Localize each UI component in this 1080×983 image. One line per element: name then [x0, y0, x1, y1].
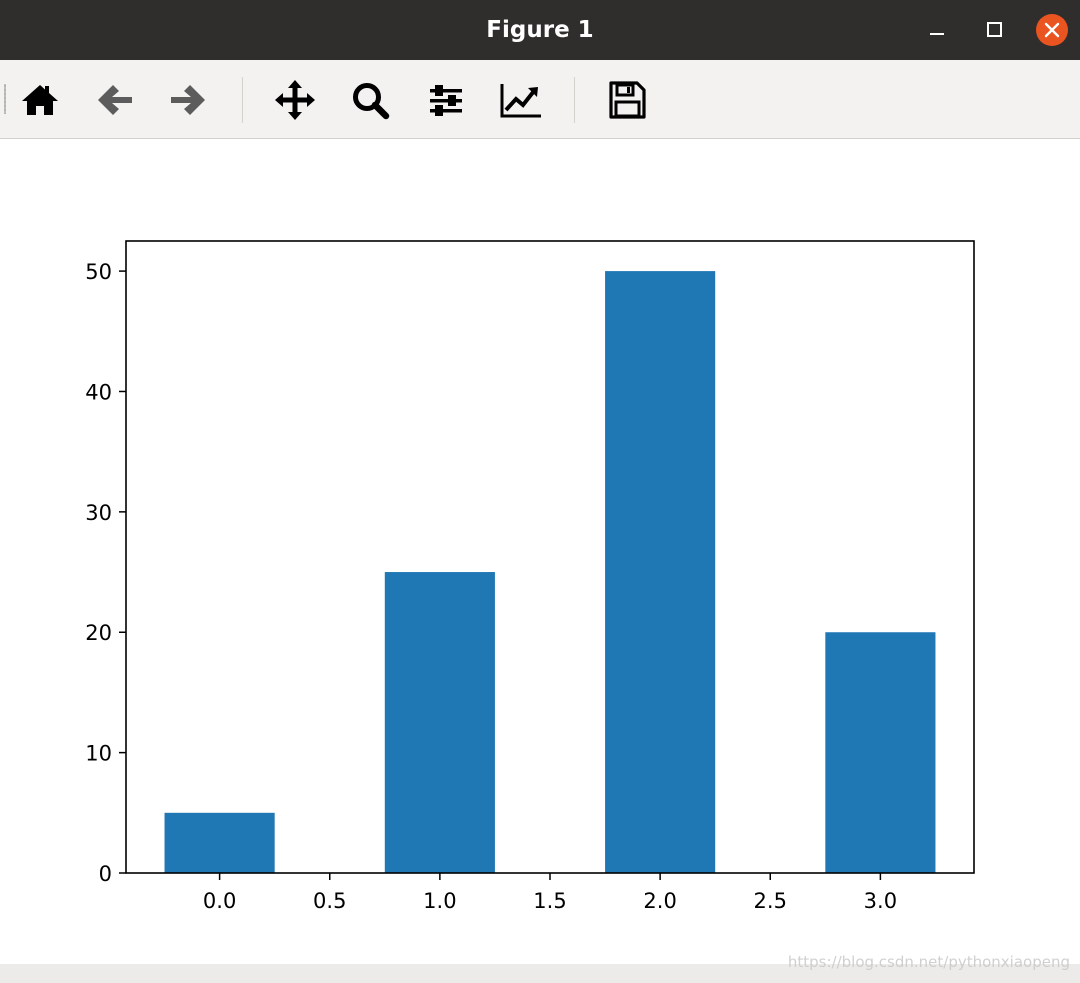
sliders-icon — [430, 85, 462, 116]
arrow-left-icon — [98, 85, 132, 115]
title-bar[interactable]: Figure 1 — [0, 0, 1080, 60]
figure-window: Figure 1 0.0 0.5 1.0 1.5 2.0 2.5 3.0 0 1… — [0, 0, 1080, 983]
home-button[interactable] — [18, 78, 62, 122]
forward-button[interactable] — [166, 78, 210, 122]
window-title: Figure 1 — [486, 17, 594, 43]
x-tick-label: 2.5 — [754, 889, 787, 913]
toolbar-separator — [242, 77, 243, 123]
y-tick-label: 20 — [85, 621, 112, 645]
line-chart-icon — [500, 84, 541, 118]
maximize-button[interactable] — [977, 13, 1011, 47]
floppy-disk-icon — [609, 81, 646, 119]
toolbar-separator — [574, 77, 575, 123]
home-icon — [22, 85, 58, 115]
y-axis: 0 10 20 30 40 50 — [85, 260, 126, 886]
watermark-text: https://blog.csdn.net/pythonxiaopeng — [787, 953, 1070, 971]
bar — [605, 271, 716, 874]
minimize-button[interactable] — [920, 13, 954, 47]
move-icon — [275, 80, 315, 120]
y-tick-label: 30 — [85, 501, 112, 525]
x-tick-label: 1.5 — [533, 889, 566, 913]
bar — [825, 632, 936, 873]
maximize-icon — [987, 22, 1002, 37]
zoom-button[interactable] — [348, 78, 392, 122]
configure-subplots-button[interactable] — [424, 78, 468, 122]
save-button[interactable] — [605, 78, 649, 122]
edit-axis-button[interactable] — [499, 78, 543, 122]
pan-button[interactable] — [273, 78, 317, 122]
x-tick-label: 0.0 — [203, 889, 236, 913]
magnifier-icon — [353, 83, 390, 120]
close-icon — [1036, 14, 1068, 46]
y-tick-label: 50 — [85, 260, 112, 284]
y-tick-label: 0 — [99, 862, 112, 886]
bar — [384, 572, 495, 873]
toolbar-grip[interactable] — [4, 84, 6, 114]
arrow-right-icon — [171, 85, 205, 115]
y-tick-label: 40 — [85, 380, 112, 404]
y-tick-label: 10 — [85, 742, 112, 766]
x-tick-label: 3.0 — [864, 889, 897, 913]
x-axis: 0.0 0.5 1.0 1.5 2.0 2.5 3.0 — [203, 873, 897, 913]
back-button[interactable] — [93, 78, 137, 122]
close-button[interactable] — [1035, 13, 1069, 47]
figure-canvas[interactable]: 0.0 0.5 1.0 1.5 2.0 2.5 3.0 0 10 20 30 40 50 — [0, 140, 1080, 964]
x-tick-label: 0.5 — [313, 889, 346, 913]
x-tick-label: 1.0 — [423, 889, 456, 913]
bar-series — [164, 271, 936, 874]
bar-chart[interactable]: 0.0 0.5 1.0 1.5 2.0 2.5 3.0 0 10 20 30 40 50 — [0, 140, 1080, 964]
minimize-icon — [930, 33, 944, 35]
x-tick-label: 2.0 — [643, 889, 676, 913]
navigation-toolbar — [0, 60, 1080, 139]
bar — [164, 812, 275, 873]
